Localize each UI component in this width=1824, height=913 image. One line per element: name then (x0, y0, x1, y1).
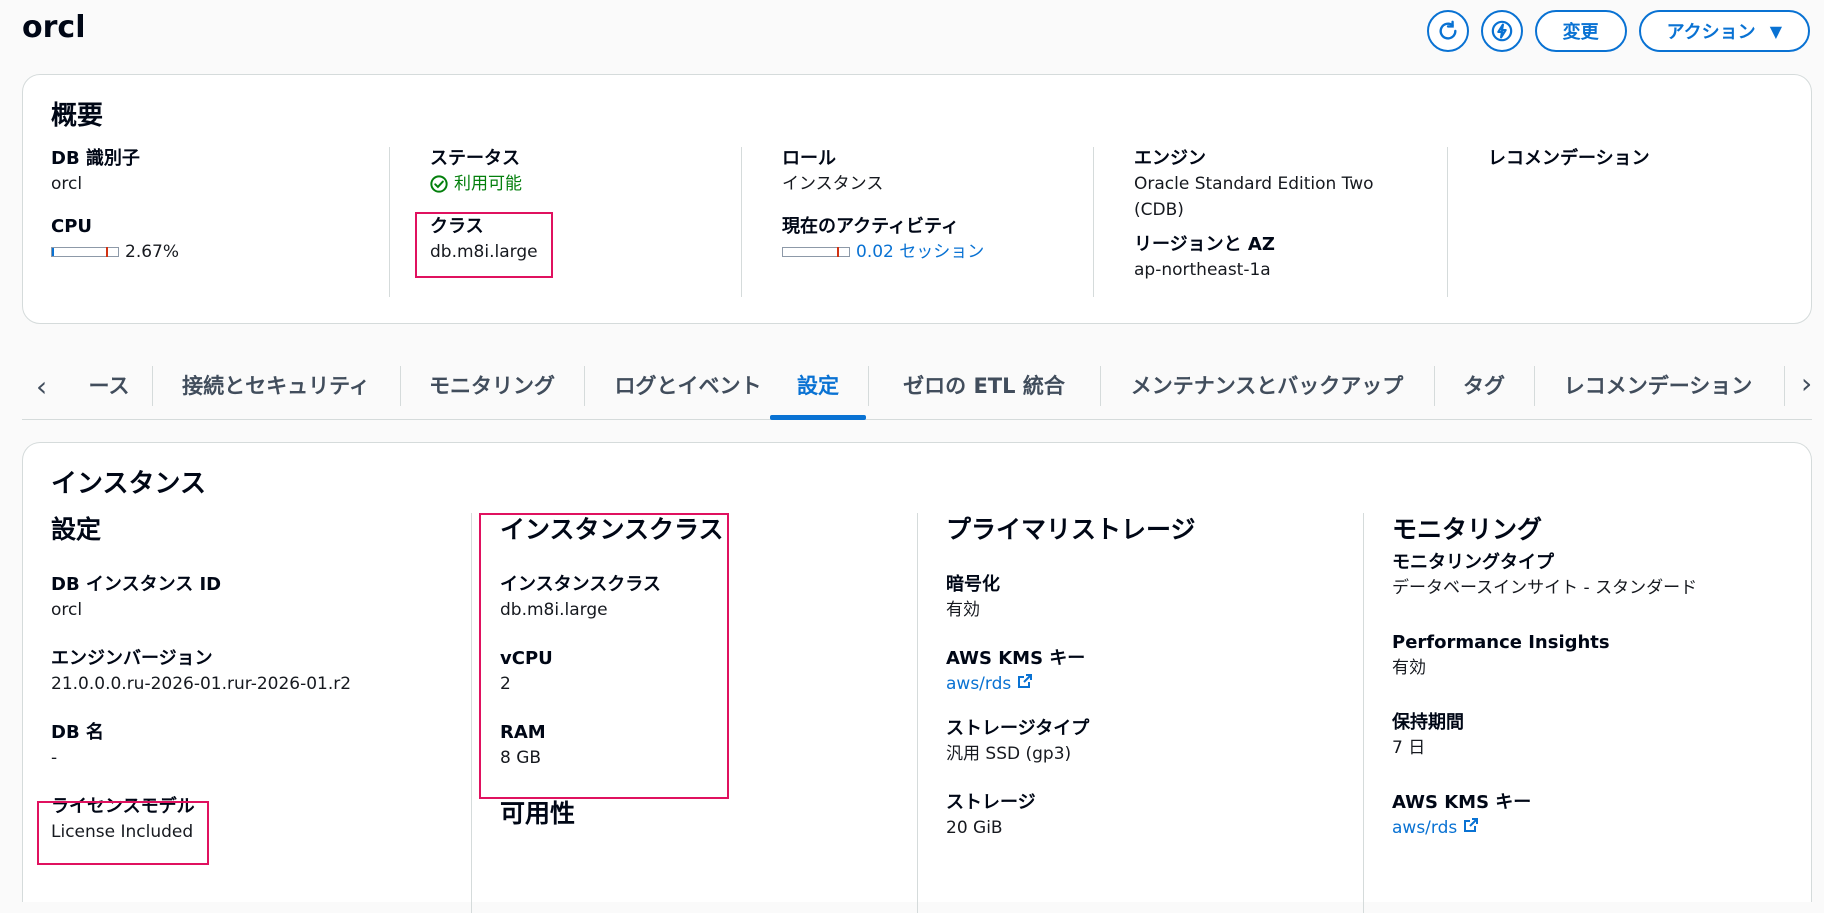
instance-class-highlight-box (479, 513, 729, 799)
modify-button[interactable]: 変更 (1534, 10, 1627, 52)
activity-label: 現在のアクティビティ (782, 216, 959, 237)
summary-col-engine: エンジン Oracle Standard Edition Two (CDB) リ… (1093, 147, 1445, 297)
class-highlight-box (415, 212, 553, 278)
retention-label: 保持期間 (1392, 712, 1464, 733)
db-name-label: DB 名 (51, 722, 104, 743)
refresh-icon (1439, 20, 1457, 40)
pi-label: Performance Insights (1392, 632, 1610, 653)
db-name-value: - (51, 748, 58, 768)
actions-label: アクション (1666, 22, 1756, 43)
summary-col-role: ロール インスタンス 現在のアクティビティ 0.02 セッション (741, 147, 1091, 297)
cpu-bar (51, 247, 119, 257)
status-value: 利用可能 (430, 171, 739, 197)
activity-bar (782, 247, 850, 257)
availability-title: 可用性 (500, 799, 576, 828)
tab-zero-etl[interactable]: ゼロの ETL 統合 (868, 352, 1100, 418)
monitoring-type-value: データベースインサイト - スタンダード (1392, 578, 1698, 598)
instance-card: インスタンス 設定 DB インスタンス ID orcl エンジンバージョン 21… (22, 442, 1812, 913)
recommendation-label: レコメンデーション (1488, 148, 1650, 169)
tab-recommendations[interactable]: レコメンデーション (1534, 352, 1782, 418)
tab-logs-events[interactable]: ログとイベント (584, 352, 792, 418)
summary-col-id: DB 識別子 orcl CPU 2.67% (51, 147, 381, 297)
monitoring-type-label: モニタリングタイプ (1392, 552, 1554, 573)
db-id-label: DB 識別子 (51, 148, 140, 169)
storage-kms-link[interactable]: aws/rds (946, 671, 1363, 697)
check-circle-icon (430, 175, 448, 193)
pi-value: 有効 (1392, 658, 1426, 678)
db-id-value: orcl (51, 174, 83, 194)
tab-connectivity[interactable]: 接続とセキュリティ (152, 352, 400, 418)
encryption-label: 暗号化 (946, 574, 1000, 595)
engine-value-1: Oracle Standard Edition Two (1134, 174, 1374, 194)
summary-title: 概要 (51, 101, 104, 131)
tab-maintenance-backup[interactable]: メンテナンスとバックアップ (1100, 352, 1434, 418)
retention-value: 7 日 (1392, 738, 1426, 758)
instance-id-label: DB インスタンス ID (51, 574, 222, 595)
monitoring-kms-label: AWS KMS キー (1392, 792, 1532, 813)
actions-button[interactable]: アクション ▼ (1638, 10, 1810, 52)
tab-partial[interactable]: ース (68, 352, 150, 418)
storage-col: プライマリストレージ 暗号化 有効 AWS KMS キー aws/rds ストレ… (917, 513, 1363, 913)
quick-action-button[interactable] (1480, 10, 1523, 52)
cpu-label: CPU (51, 216, 93, 237)
engine-value-2: (CDB) (1134, 200, 1184, 220)
monitoring-kms-link[interactable]: aws/rds (1392, 815, 1803, 841)
external-link-icon (1463, 818, 1478, 832)
monitoring-col: モニタリング モニタリングタイプ データベースインサイト - スタンダード Pe… (1363, 513, 1803, 913)
refresh-button[interactable] (1426, 10, 1469, 52)
cpu-value: 2.67% (125, 242, 180, 262)
chevron-right-icon[interactable]: › (1784, 366, 1812, 406)
lightning-icon (1491, 20, 1512, 42)
instance-title: インスタンス (51, 469, 206, 499)
storage-type-label: ストレージタイプ (946, 718, 1090, 739)
monitoring-kms-text[interactable]: aws/rds (1392, 818, 1457, 838)
encryption-value: 有効 (946, 600, 980, 620)
cpu-bar-fill (52, 248, 54, 256)
cpu-meter: 2.67% (51, 239, 381, 265)
summary-col-recommendation: レコメンデーション (1447, 147, 1797, 297)
activity-bar-marker (837, 247, 839, 257)
tab-configuration[interactable]: 設定 (770, 352, 866, 420)
status-text: 利用可能 (454, 174, 522, 194)
monitoring-title: モニタリング (1392, 515, 1543, 544)
modify-label: 変更 (1562, 22, 1599, 43)
status-label: ステータス (430, 148, 520, 169)
role-value: インスタンス (782, 174, 884, 194)
instance-config-col: 設定 DB インスタンス ID orcl エンジンバージョン 21.0.0.0.… (51, 513, 451, 845)
caret-down-icon: ▼ (1769, 21, 1782, 41)
engine-label: エンジン (1134, 148, 1206, 169)
license-highlight-box (37, 801, 209, 865)
storage-title: プライマリストレージ (946, 515, 1196, 544)
header-actions: 変更 アクション ▼ (1426, 10, 1810, 52)
activity-meter: 0.02 セッション (782, 239, 1091, 265)
storage-size-value: 20 GiB (946, 818, 1003, 838)
cpu-bar-marker (106, 247, 108, 257)
instance-id-value: orcl (51, 600, 83, 620)
tab-bar: ‹ ース 接続とセキュリティ モニタリング ログとイベント 設定 ゼロの ETL… (22, 352, 1812, 420)
storage-size-label: ストレージ (946, 792, 1036, 813)
activity-link[interactable]: 0.02 セッション (856, 242, 984, 262)
summary-card: 概要 DB 識別子 orcl CPU 2.67% ステータス 利用可能 クラス … (22, 74, 1812, 324)
region-value: ap-northeast-1a (1134, 260, 1271, 280)
role-label: ロール (782, 148, 836, 169)
config-title: 設定 (51, 515, 102, 544)
engine-version-label: エンジンバージョン (51, 648, 213, 669)
storage-kms-label: AWS KMS キー (946, 648, 1086, 669)
page-title: orcl (22, 10, 86, 45)
storage-type-value: 汎用 SSD (gp3) (946, 744, 1072, 764)
chevron-left-icon[interactable]: ‹ (36, 370, 47, 403)
region-label: リージョンと AZ (1134, 234, 1275, 255)
tab-monitoring[interactable]: モニタリング (400, 352, 584, 418)
tab-tags[interactable]: タグ (1434, 352, 1534, 418)
storage-kms-text[interactable]: aws/rds (946, 674, 1011, 694)
external-link-icon (1017, 674, 1032, 688)
engine-version-value: 21.0.0.0.ru-2026-01.rur-2026-01.r2 (51, 674, 352, 694)
